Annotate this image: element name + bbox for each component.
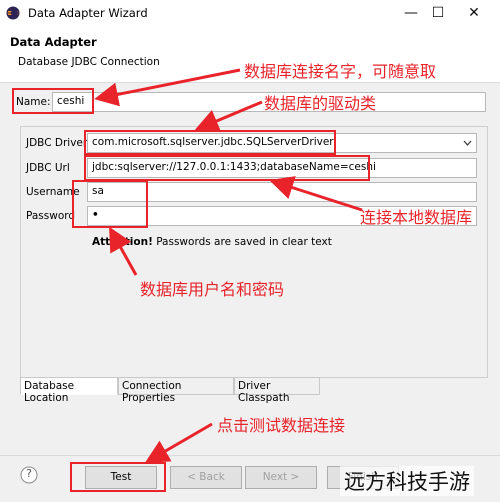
tab-bar: Database Location Connection Properties … bbox=[20, 377, 320, 404]
annotation-driver: 数据库的驱动类 bbox=[264, 94, 377, 113]
eclipse-app-icon bbox=[6, 6, 20, 20]
annotation-test: 点击测试数据连接 bbox=[217, 416, 346, 435]
test-highlight bbox=[70, 462, 166, 492]
jdbc-url-label: JDBC Url bbox=[26, 162, 70, 174]
chevron-down-icon[interactable] bbox=[463, 139, 472, 147]
tab-database-location[interactable]: Database Location bbox=[20, 377, 118, 404]
tab-connection-properties[interactable]: Connection Properties bbox=[118, 377, 234, 404]
annotation-credentials: 数据库用户名和密码 bbox=[140, 280, 285, 299]
next-button[interactable]: Next > bbox=[245, 466, 317, 489]
annotation-name: 数据库连接名字，可随意取 bbox=[244, 62, 437, 81]
help-glyph: ? bbox=[26, 467, 32, 480]
credentials-highlight bbox=[72, 180, 148, 228]
footer-divider bbox=[0, 455, 500, 456]
attention-note: Attention! Passwords are saved in clear … bbox=[92, 236, 332, 248]
back-button[interactable]: < Back bbox=[170, 466, 242, 489]
annotation-url: 连接本地数据库 bbox=[360, 208, 473, 227]
watermark: 远方科技手游 bbox=[340, 466, 474, 496]
password-label: Password bbox=[26, 210, 76, 222]
attention-text: Passwords are saved in clear text bbox=[152, 236, 332, 248]
name-highlight bbox=[12, 88, 94, 114]
wizard-title: Data Adapter bbox=[10, 35, 97, 49]
jdbc-driver-label: JDBC Driver bbox=[26, 137, 88, 149]
maximize-button[interactable]: ☐ bbox=[421, 0, 455, 26]
tab-driver-classpath[interactable]: Driver Classpath bbox=[234, 377, 320, 404]
wizard-subtitle: Database JDBC Connection bbox=[18, 56, 160, 68]
close-button[interactable]: ✕ bbox=[457, 0, 491, 26]
attention-label: Attention! bbox=[92, 236, 153, 248]
url-highlight bbox=[84, 155, 370, 181]
window-title: Data Adapter Wizard bbox=[28, 6, 148, 20]
driver-highlight bbox=[84, 130, 336, 155]
